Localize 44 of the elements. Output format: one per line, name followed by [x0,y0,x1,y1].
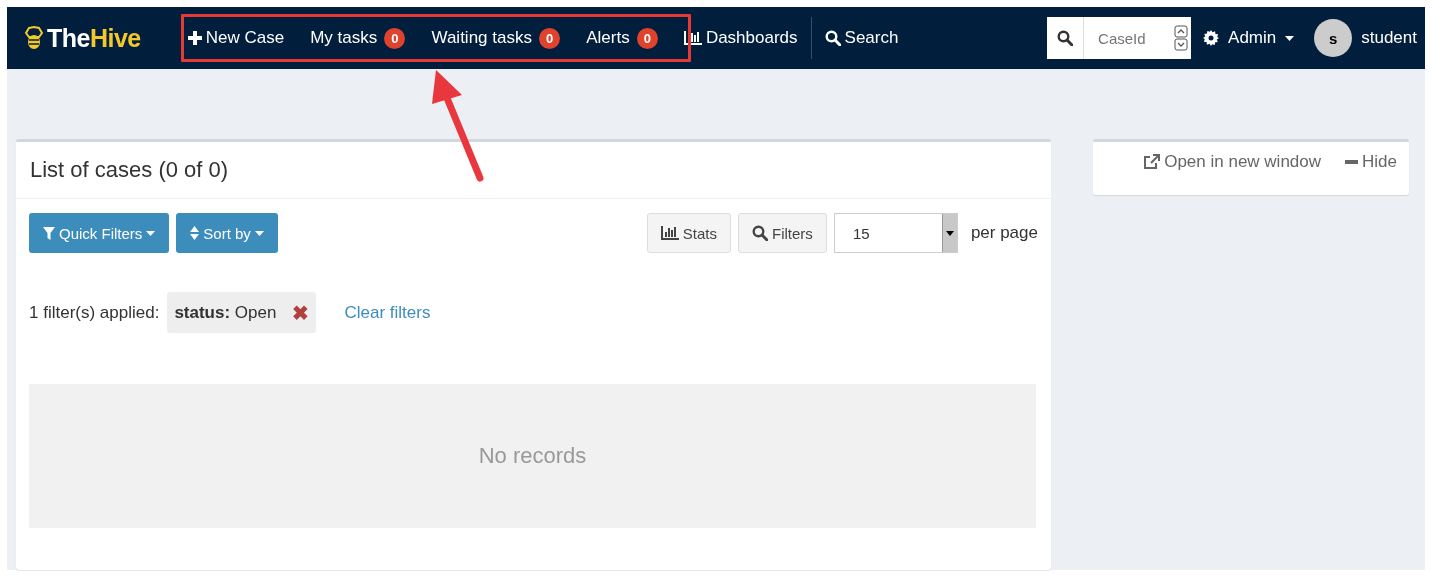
nav-link[interactable]: New Case [174,28,298,48]
count-badge: 0 [538,27,561,49]
count-badge: 0 [636,27,658,49]
dropdown-button[interactable]: Sort by [176,213,278,253]
caret-icon [254,230,264,236]
filter-text: status: Open [174,302,277,323]
bar-chart-icon [660,226,679,240]
nav-link[interactable]: Dashboards [670,28,811,48]
bar-chart-icon [683,31,702,45]
nav-link[interactable]: Search [811,28,912,48]
user-avatar[interactable]: s [1314,19,1353,57]
empty-message: No records [478,443,587,469]
per-page-label: per page [970,223,1038,243]
dropdown-button[interactable]: Quick Filters [29,213,170,253]
user-name[interactable]: student [1361,28,1417,48]
caret-icon [1285,35,1295,41]
nav-link[interactable]: My tasks 0 [297,27,419,49]
spinner-arrows-icon [1174,25,1189,51]
search-icon [1057,30,1074,46]
caret-icon [146,230,156,236]
bee-icon [23,26,45,50]
funnel-icon [43,226,55,240]
page-size-select[interactable]: 15 [833,213,958,253]
search-icon [824,30,841,46]
search-icon [752,225,769,241]
external-link-icon [1143,153,1161,170]
panel-title: List of cases (0 of 0) [30,157,229,182]
brand-logo-text: TheHive [47,23,141,53]
plus-icon [187,31,202,45]
toolbar-button[interactable]: Stats [646,213,732,253]
remove-filter-button[interactable]: ✖ [292,300,310,325]
nav-link[interactable]: Waiting tasks 0 [418,27,574,49]
settings-icon [1203,30,1220,46]
sort-icon [190,226,200,240]
open-window-link[interactable]: Open in new window [1143,151,1322,172]
dropdown-arrow-icon [945,230,954,236]
admin-menu[interactable]: Admin [1203,28,1295,48]
nav-link[interactable]: Alerts 0 [573,27,671,49]
hide-link[interactable]: Hide [1345,151,1397,172]
filters-label: 1 filter(s) applied: [29,302,160,323]
toolbar-button[interactable]: Filters [738,213,827,253]
count-badge: 0 [384,27,406,49]
minus-icon [1345,159,1359,164]
clear-filters-link[interactable]: Clear filters [344,302,431,323]
